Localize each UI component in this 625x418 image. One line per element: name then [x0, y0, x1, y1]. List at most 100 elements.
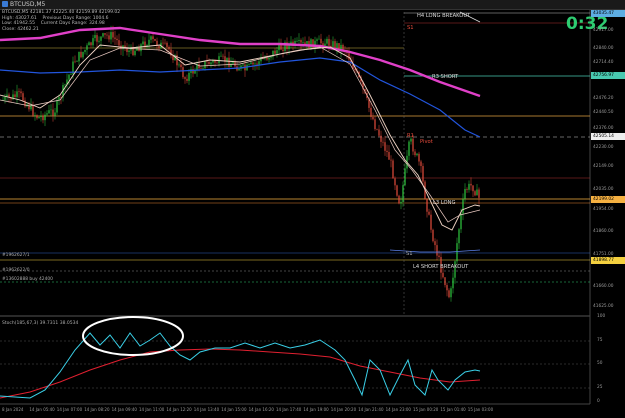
candle-body — [118, 40, 120, 46]
candle-body — [86, 45, 88, 50]
candle-body — [468, 183, 470, 190]
price-scale-label: 42149.00 — [593, 164, 614, 169]
candle-body — [64, 84, 66, 86]
order-line-c-label: #13602888 buy 42400 — [2, 277, 53, 282]
price-scale-label: 42440.50 — [593, 110, 614, 115]
price-tag: 41898.77 — [591, 257, 625, 264]
highlight-ellipse — [82, 316, 184, 356]
candle-body — [370, 107, 372, 117]
candle-body — [428, 211, 430, 215]
candle-body — [394, 178, 396, 186]
candle-body — [154, 39, 156, 41]
candle-body — [90, 42, 92, 46]
candle-body — [54, 112, 56, 116]
pivot-label: Pivot — [420, 139, 433, 145]
candle-body — [382, 141, 384, 143]
candle-body — [414, 151, 416, 156]
time-axis-label: 14 Jan 17:40 — [276, 407, 302, 412]
candle-body — [436, 245, 438, 256]
price-scale-label: 41954.00 — [593, 207, 614, 212]
h4-long-label: H4 LONG BREAKOUT — [417, 13, 471, 19]
candle-body — [152, 36, 154, 40]
candle-body — [426, 198, 428, 212]
candle-body — [200, 68, 202, 70]
candle-body — [238, 68, 240, 71]
order-line-b-label: #1962622/0 — [2, 268, 30, 273]
candle-body — [342, 44, 344, 51]
candle-body — [464, 189, 466, 199]
price-scale-label: 42840.00 — [593, 46, 614, 51]
candle-body — [372, 116, 374, 120]
s1-top-label: S1 — [407, 25, 414, 31]
candle-body — [434, 241, 436, 246]
candle-body — [452, 277, 454, 289]
candle-body — [378, 129, 380, 136]
candle-body — [276, 50, 278, 54]
l4-short-label: L4 SHORT BREAKOUT — [413, 264, 469, 270]
r3-short-label: R3 SHORT — [432, 74, 459, 80]
candle-body — [44, 114, 46, 121]
candle-body — [202, 68, 204, 69]
candle-body — [14, 94, 16, 98]
candle-body — [166, 42, 168, 47]
candle-body — [306, 41, 308, 44]
candle-body — [242, 64, 244, 66]
candle-body — [38, 117, 40, 119]
candle-body — [326, 38, 328, 44]
candle-body — [158, 45, 160, 49]
time-axis-label: 14 Jan 19:00 — [303, 407, 329, 412]
candle-body — [82, 51, 84, 58]
candle-body — [402, 185, 404, 202]
price-chart[interactable] — [0, 0, 625, 418]
candle-body — [50, 109, 52, 111]
candle-body — [182, 67, 184, 78]
candle-body — [336, 43, 338, 48]
price-scale-label: 41860.00 — [593, 229, 614, 234]
chart-window[interactable]: BTCUSD,M5 BTCUSD,M5 42181.37 42225.40 42… — [0, 0, 625, 418]
candle-body — [162, 42, 164, 44]
candle-body — [148, 39, 150, 46]
time-axis-label: 15 Jan 03:00 — [467, 407, 494, 412]
candle-body — [248, 64, 250, 65]
info-panel: BTCUSD,M5 42181.37 42225.40 42159.89 421… — [2, 10, 120, 32]
r1-label: R1 — [407, 133, 414, 139]
candle-body — [22, 93, 24, 101]
price-scale-label: 41625.00 — [593, 304, 614, 309]
candle-body — [304, 42, 306, 44]
candle-body — [18, 91, 20, 92]
candle-body — [206, 61, 208, 63]
candle-body — [388, 151, 390, 160]
candle-body — [348, 53, 350, 60]
candle-body — [96, 35, 98, 42]
candle-body — [126, 48, 128, 52]
candle-body — [210, 62, 212, 65]
candle-body — [334, 41, 336, 48]
candle-body — [474, 191, 476, 196]
candle-body — [232, 62, 234, 64]
time-axis-label: 14 Jan 21:40 — [358, 407, 384, 412]
candle-body — [478, 189, 480, 198]
time-axis-label: 14 Jan 09:40 — [111, 407, 137, 412]
time-axis-label: 14 Jan 08:20 — [84, 407, 110, 412]
candle-body — [214, 60, 216, 63]
candle-body — [416, 153, 418, 156]
candle-body — [32, 104, 34, 116]
price-scale-label: 42917.00 — [593, 28, 614, 33]
candle-body — [412, 138, 414, 152]
time-axis-label: 14 Jan 12:20 — [166, 407, 192, 412]
candle-body — [318, 38, 320, 40]
oscillator-scale-label: 25 — [597, 385, 603, 390]
candle-body — [444, 277, 446, 286]
price-scale-label: 42714.40 — [593, 60, 614, 65]
candle-body — [70, 73, 72, 75]
candle-body — [112, 32, 114, 38]
candle-body — [194, 70, 196, 74]
stoch-signal-line — [0, 348, 481, 399]
time-axis-label: 14 Jan 15:00 — [221, 407, 247, 412]
price-tag: 42756.97 — [591, 72, 625, 79]
candle-body — [116, 38, 118, 41]
candle-body — [274, 50, 276, 54]
candle-body — [374, 119, 376, 130]
candle-body — [74, 61, 76, 63]
candle-body — [52, 109, 54, 116]
